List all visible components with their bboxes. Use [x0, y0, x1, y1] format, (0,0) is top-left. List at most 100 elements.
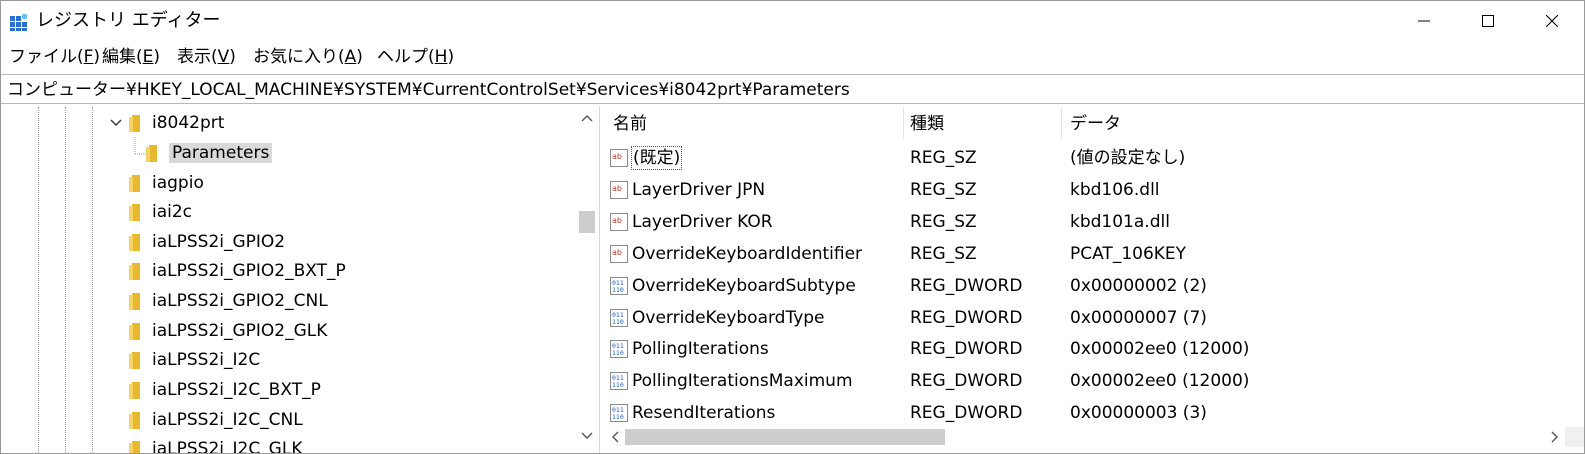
folder-icon — [129, 174, 140, 192]
folder-icon — [129, 381, 140, 399]
chevron-up-icon[interactable] — [580, 111, 594, 125]
tree-item-label: iaLPSS2i_GPIO2_BXT_P — [152, 261, 346, 281]
maximize-button[interactable] — [1456, 1, 1520, 41]
tree-item-i8042prt[interactable]: i8042prt — [129, 110, 224, 136]
list-horizontal-scrollbar[interactable] — [605, 427, 1565, 447]
svg-text:ab: ab — [612, 152, 622, 161]
binary-value-icon: 011110 — [610, 404, 628, 422]
column-header-name[interactable]: 名前 — [613, 113, 647, 135]
value-data: 0x00000002 (2) — [1070, 276, 1207, 296]
tree-item-label: iaLPSS2i_I2C — [152, 350, 261, 370]
folder-icon — [129, 322, 140, 340]
string-value-icon: ab — [610, 181, 628, 199]
title-bar[interactable]: レジストリ エディター — [1, 1, 1584, 41]
string-value-icon: ab — [610, 245, 628, 263]
tree-item-key[interactable]: iaLPSS2i_I2C_BXT_P — [129, 377, 321, 403]
svg-text:ab: ab — [612, 248, 622, 257]
binary-value-icon: 011110 — [610, 277, 628, 295]
svg-text:110: 110 — [612, 381, 624, 389]
registry-editor-icon — [10, 13, 28, 31]
value-data: (値の設定なし) — [1070, 148, 1186, 168]
tree-item-key[interactable]: iaLPSS2i_I2C — [129, 347, 260, 373]
list-scroll-thumb[interactable] — [625, 429, 945, 445]
tree-item-key[interactable]: iaLPSS2i_I2C_CNL — [129, 407, 303, 433]
column-divider[interactable] — [903, 107, 904, 139]
tree-scroll-thumb[interactable] — [579, 211, 595, 233]
chevron-right-icon[interactable] — [1548, 430, 1562, 444]
binary-value-icon: 011110 — [610, 340, 628, 358]
tree-item-label: i8042prt — [152, 113, 225, 133]
tree-item-key[interactable]: iaLPSS2i_GPIO2_BXT_P — [129, 258, 346, 284]
registry-editor-window: レジストリ エディター ファイル(F) 編集(E) 表示(V) お気に入り(A)… — [0, 0, 1585, 454]
key-tree-pane[interactable]: i8042prt Parameters iagpio iai2c iaLPSS2… — [1, 107, 600, 454]
menu-help[interactable]: ヘルプ(H) — [377, 46, 454, 68]
list-header: 名前 種類 データ — [605, 107, 1584, 141]
value-data: kbd101a.dll — [1070, 212, 1170, 232]
menu-bar: ファイル(F) 編集(E) 表示(V) お気に入り(A) ヘルプ(H) — [1, 43, 1584, 71]
address-path[interactable]: コンピューター¥HKEY_LOCAL_MACHINE¥SYSTEM¥Curren… — [7, 79, 850, 101]
minimize-button[interactable] — [1392, 1, 1456, 41]
folder-icon — [129, 114, 140, 132]
value-row[interactable]: 011 110 ResendIterations REG_DWORD 0x0000… — [605, 397, 1565, 429]
tree-item-parameters[interactable]: Parameters — [146, 140, 273, 166]
menu-view[interactable]: 表示(V) — [177, 46, 236, 68]
value-row[interactable]: ab LayerDriver JPN REG_SZ kbd106.dll — [605, 174, 1565, 206]
tree-item-label: iaLPSS2i_GPIO2_GLK — [152, 321, 328, 341]
value-row[interactable]: 011 110 PollingIterationsMaximum REG_DWOR… — [605, 365, 1565, 397]
value-name: OverrideKeyboardSubtype — [632, 276, 856, 296]
tree-guide-line — [92, 107, 93, 453]
value-row[interactable]: 011 110 OverrideKeyboardType REG_DWORD 0x… — [605, 302, 1565, 334]
value-type: REG_SZ — [910, 148, 977, 168]
tree-item-key[interactable]: iaLPSS2i_GPIO2_CNL — [129, 288, 328, 314]
value-list-pane[interactable]: 名前 種類 データ ab (既定) REG_SZ (値の設定なし) ab Lay… — [605, 107, 1584, 453]
value-type: REG_SZ — [910, 244, 977, 264]
value-data: PCAT_106KEY — [1070, 244, 1187, 264]
tree-item-label: iaLPSS2i_I2C_GLK — [152, 439, 303, 454]
maximize-icon — [1482, 15, 1494, 27]
value-type: REG_DWORD — [910, 276, 1023, 296]
window-title: レジストリ エディター — [36, 10, 221, 31]
chevron-down-icon[interactable] — [109, 116, 123, 130]
tree-item-key[interactable]: iaLPSS2i_I2C_GLK — [129, 436, 303, 454]
folder-icon — [129, 440, 140, 453]
column-divider[interactable] — [1061, 107, 1062, 139]
tree-vertical-scrollbar[interactable] — [577, 107, 597, 453]
string-value-icon: ab — [610, 213, 628, 231]
tree-item-key[interactable]: iai2c — [129, 199, 192, 225]
column-header-data[interactable]: データ — [1070, 113, 1121, 135]
tree-item-key[interactable]: iagpio — [129, 170, 204, 196]
value-row[interactable]: ab OverrideKeyboardIdentifier REG_SZ PCA… — [605, 238, 1565, 270]
tree-item-key[interactable]: iaLPSS2i_GPIO2 — [129, 229, 285, 255]
chevron-left-icon[interactable] — [608, 430, 622, 444]
address-bar[interactable]: コンピューター¥HKEY_LOCAL_MACHINE¥SYSTEM¥Curren… — [1, 74, 1584, 104]
value-name: LayerDriver KOR — [632, 212, 773, 232]
value-row[interactable]: ab (既定) REG_SZ (値の設定なし) — [605, 142, 1565, 174]
value-row[interactable]: ab LayerDriver KOR REG_SZ kbd101a.dll — [605, 206, 1565, 238]
tree-guide-line — [65, 107, 66, 453]
value-row[interactable]: 011 110 PollingIterations REG_DWORD 0x000… — [605, 333, 1565, 365]
value-type: REG_DWORD — [910, 339, 1023, 359]
tree-connector — [134, 137, 146, 155]
svg-text:110: 110 — [612, 413, 624, 421]
svg-text:110: 110 — [612, 349, 624, 357]
menu-favorites[interactable]: お気に入り(A) — [253, 46, 363, 68]
value-name: ResendIterations — [632, 403, 776, 423]
value-name: PollingIterationsMaximum — [632, 371, 853, 391]
tree-item-key[interactable]: iaLPSS2i_GPIO2_GLK — [129, 318, 327, 344]
svg-text:110: 110 — [612, 286, 624, 294]
value-row[interactable]: 011 110 OverrideKeyboardSubtype REG_DWORD… — [605, 270, 1565, 302]
menu-file[interactable]: ファイル(F) — [9, 46, 100, 68]
close-button[interactable] — [1520, 1, 1584, 41]
tree-item-label: iagpio — [152, 173, 204, 193]
close-icon — [1546, 15, 1558, 27]
menu-edit[interactable]: 編集(E) — [102, 46, 160, 68]
minimize-icon — [1418, 20, 1430, 22]
column-header-type[interactable]: 種類 — [910, 113, 944, 135]
svg-text:ab: ab — [612, 184, 622, 193]
folder-icon — [146, 144, 157, 162]
value-name: PollingIterations — [632, 339, 769, 359]
folder-icon — [129, 203, 140, 221]
chevron-down-icon[interactable] — [580, 429, 594, 443]
folder-icon — [129, 292, 140, 310]
value-data: kbd106.dll — [1070, 180, 1160, 200]
